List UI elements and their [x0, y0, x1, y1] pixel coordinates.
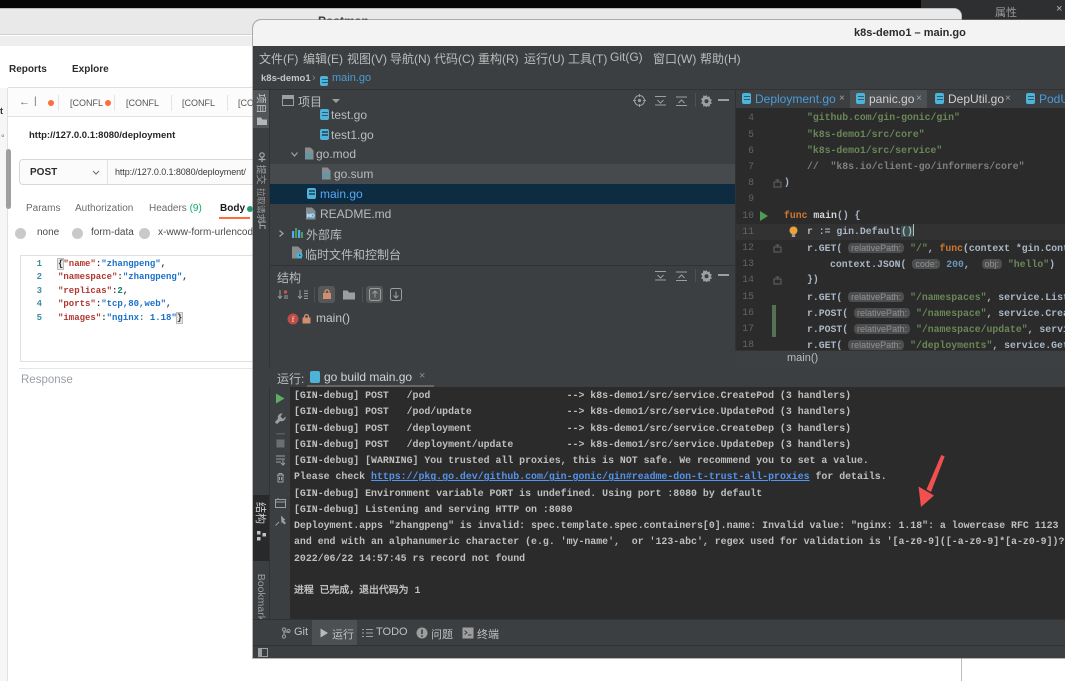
svg-text:go: go	[305, 153, 313, 159]
svg-text:MD: MD	[307, 213, 315, 219]
svg-text:f: f	[292, 314, 295, 324]
svg-text:go: go	[322, 173, 330, 179]
